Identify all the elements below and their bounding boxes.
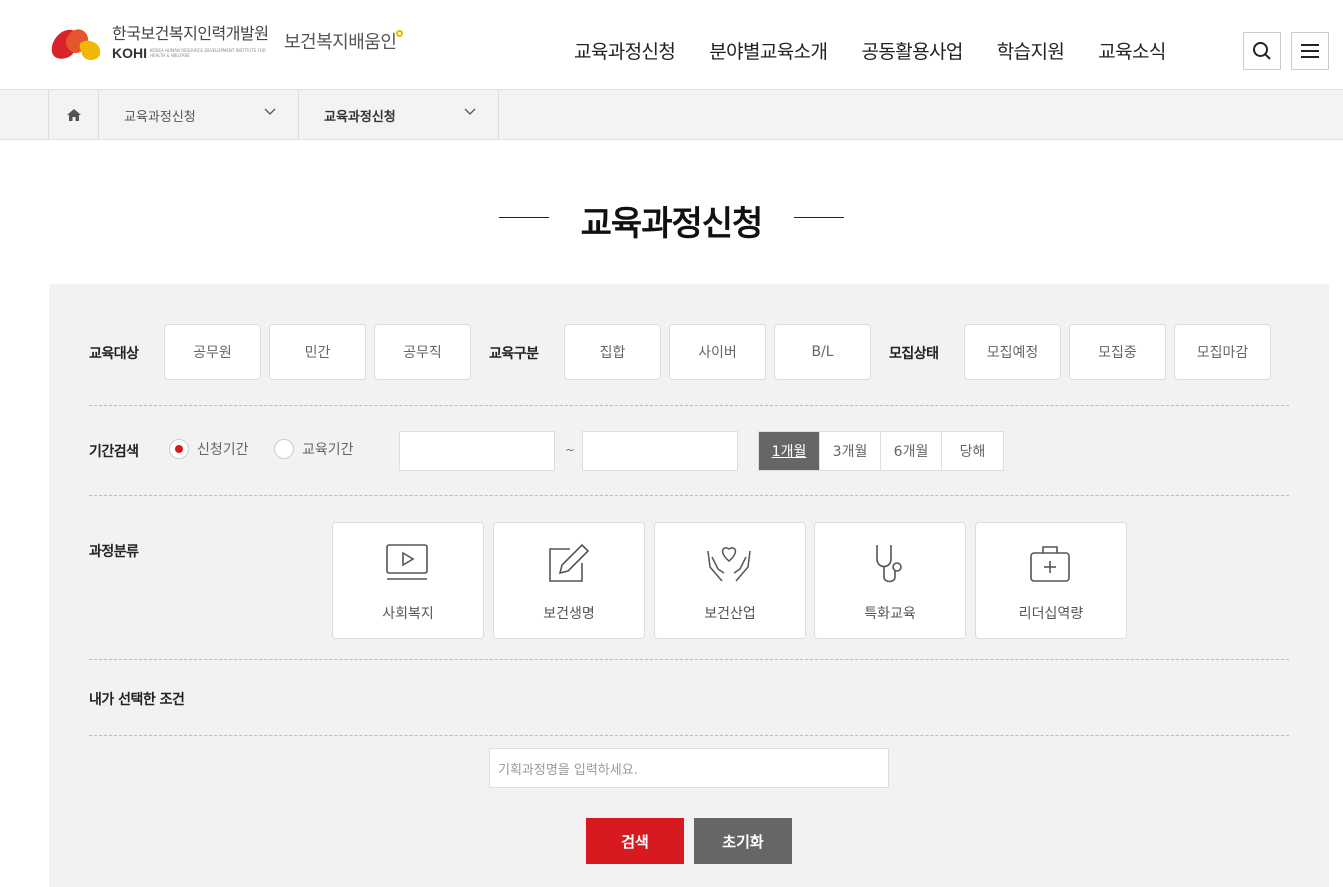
nav-item-learning-support[interactable]: 학습지원 — [997, 37, 1065, 64]
divider — [89, 659, 1289, 660]
logo-subtitle: 보건복지배움인 — [284, 28, 404, 54]
target-option-public[interactable]: 공무원 — [164, 324, 261, 380]
first-aid-kit-icon — [1030, 546, 1070, 582]
status-option-planned[interactable]: 모집예정 — [964, 324, 1061, 380]
category-leadership[interactable]: 리더십역량 — [975, 522, 1127, 639]
hamburger-menu-icon — [1301, 44, 1319, 58]
target-option-public-service[interactable]: 공무직 — [374, 324, 471, 380]
radio-education-period-label: 교육기간 — [302, 442, 354, 458]
video-play-icon — [386, 544, 428, 580]
category-specialized[interactable]: 특화교육 — [814, 522, 966, 639]
main-nav: 교육과정신청 분야별교육소개 공동활용사업 학습지원 교육소식 — [574, 37, 1200, 64]
dot-icon — [396, 30, 404, 37]
radio-checked-icon — [169, 439, 189, 459]
date-start-input[interactable] — [399, 431, 555, 471]
hands-heart-icon — [707, 547, 751, 582]
search-submit-button[interactable]: 검색 — [586, 818, 684, 864]
category-health-life[interactable]: 보건생명 — [493, 522, 645, 639]
breadcrumb-level1-dropdown[interactable]: 교육과정신청 — [99, 90, 299, 140]
search-icon — [1253, 42, 1271, 60]
period-quick-buttons: 1개월 3개월 6개월 당해 — [758, 431, 1004, 471]
breadcrumb-level1-label: 교육과정신청 — [124, 109, 196, 125]
nav-item-shared-business[interactable]: 공동활용사업 — [861, 37, 963, 64]
edit-pencil-icon — [549, 543, 590, 582]
date-end-input[interactable] — [582, 431, 738, 471]
radio-apply-period[interactable]: 신청기간 — [169, 439, 249, 459]
search-button[interactable] — [1243, 32, 1281, 70]
breadcrumb-home[interactable] — [48, 90, 99, 140]
divider — [89, 495, 1289, 496]
period-label: 기간검색 — [89, 444, 139, 460]
breadcrumb-level2-dropdown[interactable]: 교육과정신청 — [299, 90, 499, 140]
type-option-cyber[interactable]: 사이버 — [669, 324, 766, 380]
kohi-logo-mark-icon — [48, 22, 104, 64]
category-specialized-label: 특화교육 — [864, 606, 916, 622]
site-header: 한국보건복지인력개발원 KOHI KOREA HUMAN RESOURCE DE… — [0, 0, 1343, 90]
category-social-welfare[interactable]: 사회복지 — [332, 522, 484, 639]
category-social-welfare-label: 사회복지 — [382, 606, 434, 622]
status-option-closed[interactable]: 모집마감 — [1174, 324, 1271, 380]
page-title-wrap: 교육과정신청 — [0, 196, 1343, 245]
logo-english-name: KOHI — [112, 45, 147, 61]
nav-item-field-courses[interactable]: 분야별교육소개 — [709, 37, 828, 64]
category-label: 과정분류 — [89, 544, 139, 560]
filter-panel: 교육대상 공무원 민간 공무직 교육구분 집합 사이버 B/L 모집상태 모집예… — [49, 284, 1329, 887]
category-health-life-label: 보건생명 — [543, 606, 595, 622]
period-button-1month[interactable]: 1개월 — [759, 432, 820, 470]
logo-subtitle-text: 보건복지배움인 — [284, 32, 397, 53]
logo-korean-name: 한국보건복지인력개발원 — [112, 24, 269, 43]
nav-item-news[interactable]: 교육소식 — [1098, 37, 1166, 64]
logo-english-sub: KOREA HUMAN RESOURCE DEVELOPMENT INSTITU… — [150, 48, 266, 58]
period-button-this-year[interactable]: 당해 — [942, 432, 1003, 470]
radio-unchecked-icon — [274, 439, 294, 459]
home-icon — [66, 109, 81, 121]
breadcrumb-level2-label: 교육과정신청 — [324, 109, 396, 125]
status-option-open[interactable]: 모집중 — [1069, 324, 1166, 380]
category-health-industry-label: 보건산업 — [704, 606, 756, 622]
status-label: 모집상태 — [889, 346, 939, 362]
date-range-tilde: ~ — [565, 443, 576, 457]
category-health-industry[interactable]: 보건산업 — [654, 522, 806, 639]
stethoscope-icon — [876, 545, 902, 583]
period-button-6months[interactable]: 6개월 — [881, 432, 942, 470]
nav-item-course-apply[interactable]: 교육과정신청 — [574, 37, 676, 64]
type-option-offline[interactable]: 집합 — [564, 324, 661, 380]
chevron-down-icon — [264, 108, 276, 115]
period-button-3months[interactable]: 3개월 — [820, 432, 881, 470]
page-title: 교육과정신청 — [498, 196, 844, 245]
category-leadership-label: 리더십역량 — [1018, 606, 1084, 622]
breadcrumb: 교육과정신청 교육과정신청 — [0, 90, 1343, 140]
course-search-input[interactable]: 기획과정명을 입력하세요. — [489, 748, 889, 788]
chevron-down-icon — [464, 108, 476, 115]
site-logo[interactable]: 한국보건복지인력개발원 KOHI KOREA HUMAN RESOURCE DE… — [48, 22, 404, 64]
divider — [89, 735, 1289, 736]
type-option-blended[interactable]: B/L — [774, 324, 871, 380]
type-label: 교육구분 — [489, 346, 539, 362]
reset-button[interactable]: 초기화 — [694, 818, 792, 864]
menu-button[interactable] — [1291, 32, 1329, 70]
target-label: 교육대상 — [89, 346, 139, 362]
radio-apply-period-label: 신청기간 — [197, 442, 249, 458]
divider — [89, 405, 1289, 406]
radio-education-period[interactable]: 교육기간 — [274, 439, 354, 459]
selected-conditions-label: 내가 선택한 조건 — [89, 692, 185, 708]
target-option-private[interactable]: 민간 — [269, 324, 366, 380]
